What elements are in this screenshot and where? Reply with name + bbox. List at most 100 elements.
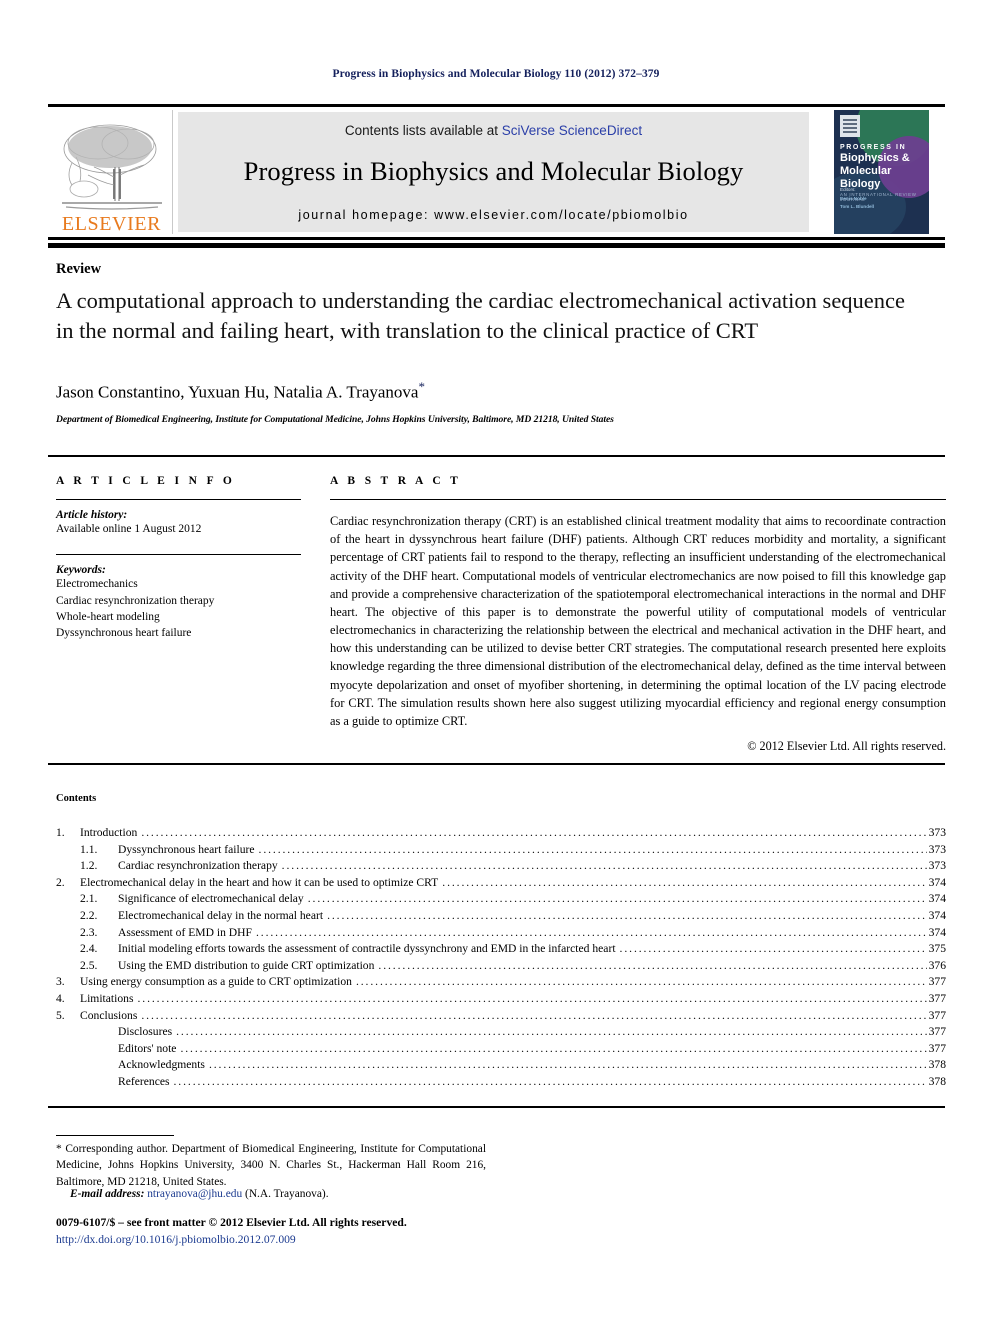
abstract-section-top-rule	[48, 455, 945, 457]
journal-homepage-url[interactable]: www.elsevier.com/locate/pbiomolbio	[434, 208, 689, 222]
cover-elsevier-icon	[840, 115, 860, 137]
toc-entry[interactable]: Disclosures.............................…	[56, 1026, 946, 1038]
toc-entry[interactable]: 1. Introduction..........................…	[56, 827, 946, 839]
toc-entry-page: 378	[928, 1074, 946, 1088]
journal-cover-thumbnail[interactable]: PROGRESS IN Biophysics & Molecular Biolo…	[821, 109, 942, 235]
toc-leader-dots: ........................................…	[258, 843, 927, 856]
toc-entry[interactable]: 2.5. Using the EMD distribution to guide …	[56, 960, 946, 972]
journal-cover-art: PROGRESS IN Biophysics & Molecular Biolo…	[834, 110, 929, 234]
toc-entry-page: 377	[928, 1025, 946, 1039]
email-label: E-mail address:	[70, 1188, 145, 1200]
affiliation: Department of Biomedical Engineering, In…	[56, 414, 614, 425]
toc-leader-dots: ........................................…	[137, 992, 926, 1005]
toc-entry[interactable]: 2.2. Electromechanical delay in the norma…	[56, 910, 946, 922]
page-title: A computational approach to understandin…	[56, 288, 906, 343]
toc-entry-page: 373	[928, 859, 946, 873]
toc-entry-label: Conclusions	[80, 1008, 138, 1022]
toc-leader-dots: ........................................…	[619, 943, 927, 955]
toc-entry-page: 377	[928, 1041, 946, 1055]
article-info-divider	[56, 499, 301, 500]
toc-leader-dots: ........................................…	[327, 909, 927, 922]
toc-entry-label: Editors' note	[118, 1041, 177, 1055]
keyword-item: Electromechanics	[56, 578, 138, 591]
toc-entry[interactable]: References..............................…	[56, 1076, 946, 1088]
toc-entry-page: 374	[928, 925, 946, 939]
toc-leader-dots: ........................................…	[173, 1075, 927, 1088]
keyword-item: Cardiac resynchronization therapy	[56, 594, 215, 607]
cover-title-line1: PROGRESS IN	[840, 144, 907, 151]
doi-link[interactable]: http://dx.doi.org/10.1016/j.pbiomolbio.2…	[56, 1233, 556, 1246]
keyword-item: Whole-heart modeling	[56, 610, 160, 623]
contents-lists-prefix: Contents lists available at	[344, 123, 502, 138]
toc-entry-label: Limitations	[80, 991, 134, 1005]
toc-entry[interactable]: Editors' note...........................…	[56, 1043, 946, 1055]
toc-entry-number: 2.4.	[80, 942, 98, 956]
toc-entry[interactable]: Acknowledgments.........................…	[56, 1059, 946, 1071]
journal-title-panel: Contents lists available at SciVerse Sci…	[178, 112, 809, 232]
toc-entry-number: 2.5.	[80, 958, 98, 972]
toc-entry[interactable]: 1.2. Cardiac resynchronization therapy...…	[56, 860, 946, 872]
toc-entry-label: Acknowledgments	[118, 1058, 205, 1072]
toc-entry[interactable]: 4. Limitations...........................…	[56, 993, 946, 1005]
toc-leader-dots: ........................................…	[180, 1042, 926, 1055]
toc-entry[interactable]: 2.3. Assessment of EMD in DHF............…	[56, 925, 946, 939]
toc-entry-label: Significance of electromechanical delay	[118, 892, 304, 906]
abstract-heading: A B S T R A C T	[330, 475, 462, 487]
toc-entry-label: References	[118, 1074, 170, 1088]
toc-leader-dots: ........................................…	[378, 959, 926, 972]
toc-entry-label: Assessment of EMD in DHF	[118, 925, 252, 939]
article-info-block: A R T I C L E I N F O Article history: A…	[56, 475, 301, 642]
toc-entry-page: 374	[928, 892, 946, 906]
corresponding-author-marker: *	[418, 379, 425, 394]
abstract-copyright: © 2012 Elsevier Ltd. All rights reserved…	[747, 739, 946, 754]
toc-entry-number: 2.1.	[80, 892, 98, 906]
article-history-value: Available online 1 August 2012	[56, 523, 202, 535]
keywords-divider	[56, 554, 301, 556]
toc-entry-label: Using energy consumption as a guide to C…	[80, 975, 352, 989]
toc-entry[interactable]: 1.1. Dyssynchronous heart failure........…	[56, 842, 946, 856]
cover-editor-2: Tom L. Blundell	[840, 204, 875, 210]
toc-entry-page: 378	[928, 1058, 946, 1072]
sciencedirect-link[interactable]: SciVerse ScienceDirect	[502, 123, 642, 138]
contents-lists-line: Contents lists available at SciVerse Sci…	[345, 123, 642, 138]
toc-entry-label: Initial modeling efforts towards the ass…	[118, 942, 616, 956]
contents-bottom-rule	[48, 1106, 945, 1108]
toc-entry-number: 4.	[56, 991, 65, 1005]
toc-entry-number: 1.1.	[80, 842, 98, 856]
toc-entry-number: 2.2.	[80, 908, 98, 922]
journal-article-page: Progress in Biophysics and Molecular Bio…	[0, 0, 992, 1323]
toc-entry[interactable]: 5. Conclusions...........................…	[56, 1008, 946, 1022]
table-of-contents: 1. Introduction..........................…	[56, 827, 946, 1093]
toc-entry-label: Introduction	[80, 826, 138, 839]
toc-leader-dots: ........................................…	[307, 893, 927, 905]
toc-leader-dots: ........................................…	[281, 860, 927, 872]
cover-title-line2: Biophysics & Molecular Biology	[840, 152, 910, 190]
toc-entry[interactable]: 2.4. Initial modeling efforts towards the…	[56, 943, 946, 955]
cover-editors-label: Editors:	[840, 187, 856, 192]
email-link[interactable]: ntrayanova@jhu.edu	[147, 1188, 242, 1200]
toc-entry-page: 377	[928, 991, 946, 1005]
masthead-top-rule	[48, 104, 945, 107]
toc-entry-number: 2.	[56, 875, 65, 889]
footnote-rule	[56, 1135, 174, 1137]
toc-entry-number: 1.2.	[80, 859, 98, 873]
toc-entry-page: 374	[928, 908, 946, 922]
toc-entry-page: 373	[928, 842, 946, 856]
toc-leader-dots: ........................................…	[255, 926, 927, 939]
toc-entry-number: 2.3.	[80, 925, 98, 939]
toc-leader-dots: ........................................…	[355, 976, 927, 988]
keywords-label: Keywords:	[56, 564, 106, 577]
toc-entry-page: 376	[928, 958, 946, 972]
toc-entry-number: 3.	[56, 975, 65, 989]
toc-entry[interactable]: 2. Electromechanical delay in the heart a…	[56, 877, 946, 889]
masthead-bottom-rule	[48, 237, 945, 240]
toc-entry[interactable]: 2.1. Significance of electromechanical de…	[56, 893, 946, 905]
toc-entry[interactable]: 3. Using energy consumption as a guide to…	[56, 976, 946, 988]
running-head: Progress in Biophysics and Molecular Bio…	[332, 68, 660, 80]
toc-entry-label: Disclosures	[118, 1025, 173, 1039]
title-section-rule	[48, 243, 945, 248]
email-footnote: E-mail address: ntrayanova@jhu.edu (N.A.…	[56, 1188, 486, 1200]
toc-entry-label: Dyssynchronous heart failure	[118, 842, 255, 856]
abstract-section-bottom-rule	[48, 763, 945, 765]
journal-homepage-label: journal homepage:	[298, 208, 435, 222]
